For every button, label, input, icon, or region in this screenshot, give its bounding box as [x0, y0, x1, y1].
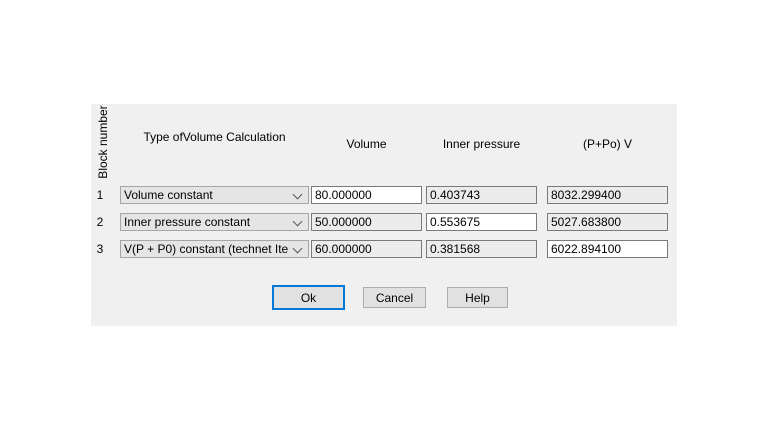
volume-field-row-3	[311, 240, 422, 258]
calc-type-dropdown-row-3[interactable]: V(P + P0) constant (technet Iteration)	[120, 240, 309, 258]
ok-button[interactable]: Ok	[272, 285, 345, 310]
header-inner-pressure: Inner pressure	[426, 137, 537, 151]
inner-pressure-field-row-2[interactable]	[426, 213, 537, 231]
block-number-row-2: 2	[93, 213, 107, 231]
calc-type-dropdown-row-1-value: Volume constant	[124, 187, 288, 203]
inner-pressure-field-row-3	[426, 240, 537, 258]
cancel-button[interactable]: Cancel	[363, 287, 426, 308]
volume-calculation-dialog: Block number Type ofVolume Calculation V…	[91, 104, 677, 326]
volume-field-row-2	[311, 213, 422, 231]
volume-field-row-1[interactable]	[311, 186, 422, 204]
p-plus-po-v-field-row-1	[547, 186, 668, 204]
header-p-plus-po-v: (P+Po) V	[547, 137, 668, 151]
calc-type-dropdown-row-2-value: Inner pressure constant	[124, 214, 288, 230]
header-type-of-volume-calculation: Type ofVolume Calculation	[120, 130, 309, 144]
header-volume: Volume	[311, 137, 422, 151]
calc-type-dropdown-row-3-value: V(P + P0) constant (technet Iteration)	[124, 241, 288, 257]
calc-type-dropdown-row-2[interactable]: Inner pressure constant	[120, 213, 309, 231]
help-button[interactable]: Help	[447, 287, 508, 308]
calc-type-dropdown-row-1[interactable]: Volume constant	[120, 186, 309, 204]
p-plus-po-v-field-row-3[interactable]	[547, 240, 668, 258]
block-number-row-3: 3	[93, 240, 107, 258]
block-number-label: Block number	[96, 105, 110, 178]
p-plus-po-v-field-row-2	[547, 213, 668, 231]
chevron-down-icon	[293, 190, 303, 200]
block-number-row-1: 1	[93, 186, 107, 204]
chevron-down-icon	[293, 217, 303, 227]
chevron-down-icon	[293, 244, 303, 254]
inner-pressure-field-row-1	[426, 186, 537, 204]
